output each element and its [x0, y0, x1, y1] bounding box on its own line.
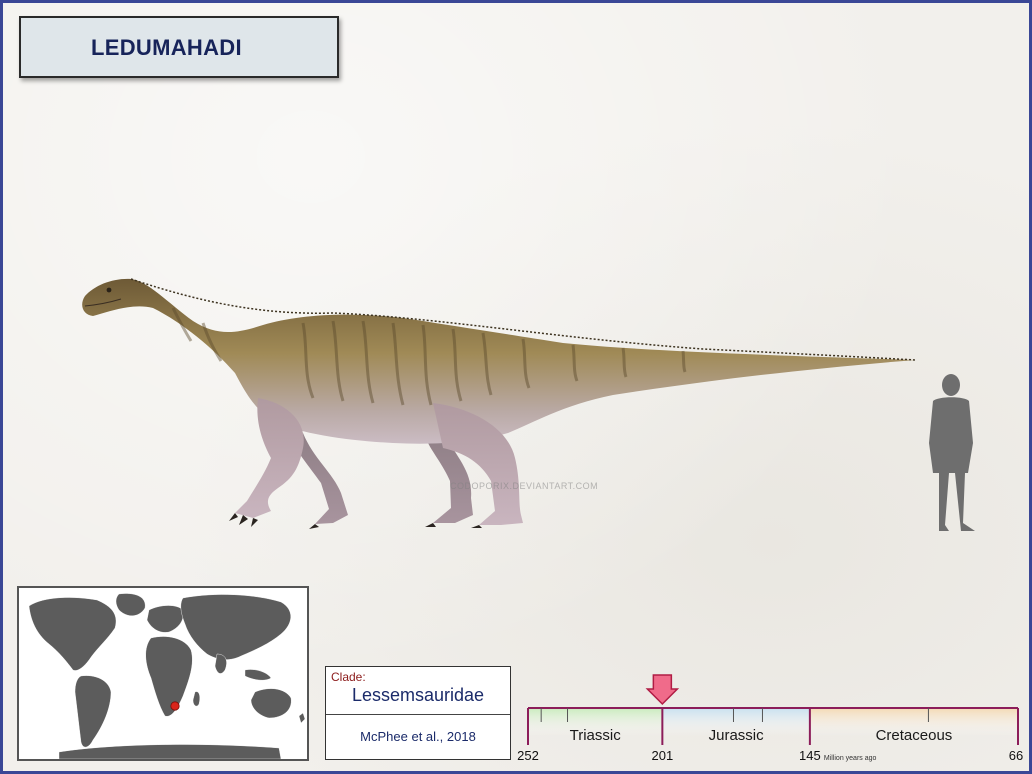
- world-map-box: [17, 586, 309, 761]
- poster-frame: LEDUMAHADI CODOPORIX.DEVIANTART.COM Clad…: [0, 0, 1032, 774]
- location-marker-icon: [170, 701, 180, 711]
- world-map: [28, 593, 306, 759]
- clade-label: Clade:: [331, 670, 366, 684]
- citation: McPhee et al., 2018: [360, 729, 476, 744]
- watermark: CODOPORIX.DEVIANTART.COM: [450, 481, 599, 491]
- clade-divider: [326, 714, 510, 715]
- clade-box: Clade: Lessemsauridae McPhee et al., 201…: [325, 666, 511, 760]
- clade-value: Lessemsauridae: [351, 685, 485, 705]
